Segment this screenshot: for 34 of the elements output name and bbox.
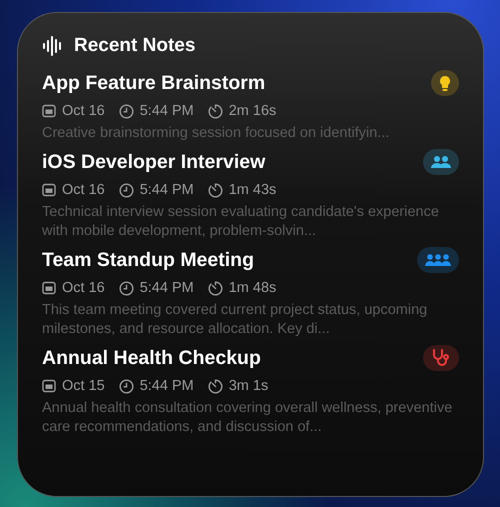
note-duration: 2m 16s: [228, 103, 276, 119]
note-summary: Annual health consultation covering overall wellness, preventive care recommendations, and discussion of...: [42, 399, 454, 437]
widget-title: Recent Notes: [74, 35, 196, 57]
note-time: 5:44 PM: [140, 280, 194, 296]
waveform-icon: [42, 36, 64, 56]
note-duration: 1m 43s: [228, 182, 276, 198]
calendar-icon: [42, 379, 56, 393]
note-date: Oct 16: [62, 182, 105, 198]
clock-icon: [118, 280, 134, 296]
note-title[interactable]: Annual Health Checkup: [42, 346, 261, 370]
calendar-icon: [42, 281, 56, 295]
note-time: 5:44 PM: [140, 378, 194, 394]
note-date: Oct 16: [62, 103, 105, 119]
note-date: Oct 16: [62, 280, 105, 296]
note-title[interactable]: App Feature Brainstorm: [42, 72, 266, 94]
note-title[interactable]: Team Standup Meeting: [42, 248, 254, 272]
timer-icon: [208, 104, 223, 118]
note-date: Oct 15: [62, 378, 105, 394]
note-summary: This team meeting covered current project status, upcoming milestones, and resource allocation. Key di...: [42, 301, 428, 339]
timer-icon: [208, 378, 223, 394]
note-title[interactable]: iOS Developer Interview: [42, 150, 266, 174]
timer-icon: [208, 280, 223, 296]
clock-icon: [118, 104, 134, 118]
calendar-icon: [42, 104, 56, 118]
clock-icon: [118, 182, 134, 198]
clock-icon: [118, 378, 134, 394]
note-summary: Creative brainstorming session focused on identifyin...: [42, 124, 390, 143]
note-duration: 3m 1s: [228, 378, 268, 394]
note-time: 5:44 PM: [140, 182, 194, 198]
note-summary: Technical interview session evaluating candidate's experience with mobile development, problem-solvin...: [42, 203, 440, 241]
note-time: 5:44 PM: [140, 103, 194, 119]
note-duration: 1m 48s: [228, 280, 276, 296]
timer-icon: [208, 182, 223, 198]
calendar-icon: [42, 183, 56, 197]
